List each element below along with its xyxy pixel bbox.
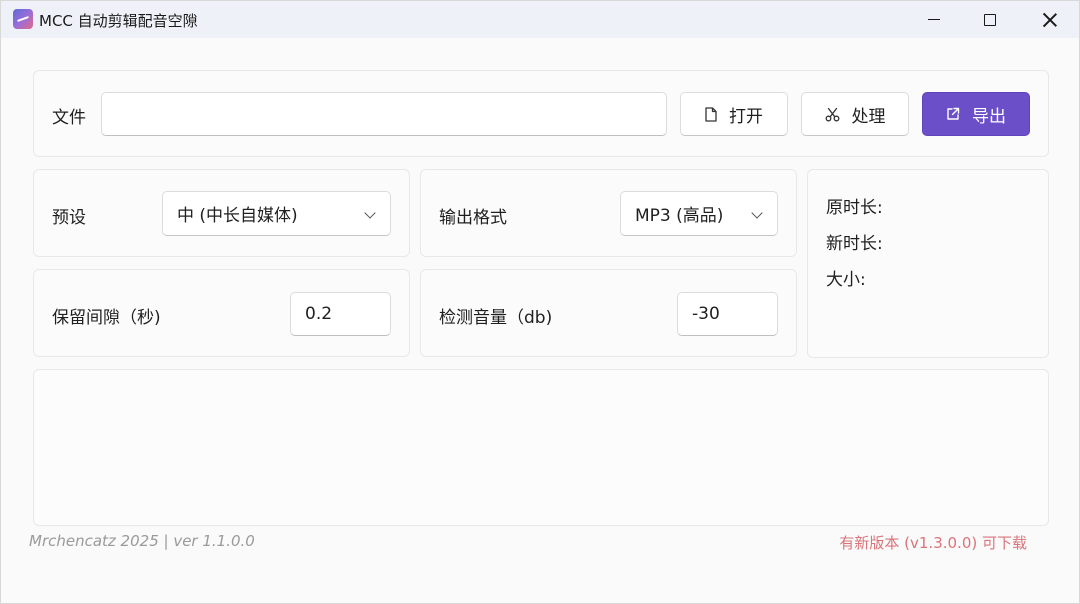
- volume-card: 检测音量（db) -30: [420, 269, 797, 357]
- output-format-select-value: MP3 (高品): [635, 206, 724, 226]
- file-label: 文件: [52, 108, 86, 128]
- output-format-card: 输出格式 MP3 (高品): [420, 169, 797, 257]
- preset-select[interactable]: 中 (中长自媒体): [162, 191, 391, 236]
- scissors-icon: [825, 107, 840, 122]
- file-icon: [705, 106, 717, 122]
- size-label: 大小:: [826, 270, 866, 290]
- version-credit: Mrchencatz 2025 | ver 1.1.0.0: [29, 532, 255, 550]
- gap-card: 保留间隙（秒) 0.2: [33, 269, 410, 357]
- volume-label: 检测音量（db): [439, 308, 553, 328]
- new-duration-label: 新时长:: [826, 234, 883, 254]
- window-title: MCC 自动剪辑配音空隙: [39, 12, 198, 30]
- chevron-down-icon: [364, 207, 376, 219]
- output-format-select[interactable]: MP3 (高品): [620, 191, 778, 236]
- gap-label: 保留间隙（秒): [52, 308, 161, 328]
- app-window: MCC 自动剪辑配音空隙 文件 打开 处理 导出 预设 中 (中长自媒体) 输出…: [0, 0, 1080, 604]
- maximize-icon: [984, 13, 996, 26]
- close-icon: [1043, 13, 1057, 27]
- process-button[interactable]: 处理: [801, 92, 909, 136]
- close-button[interactable]: [1021, 1, 1079, 38]
- external-link-icon: [946, 107, 960, 121]
- preset-select-value: 中 (中长自媒体): [177, 206, 298, 226]
- minimize-icon: [928, 19, 940, 20]
- file-card: 文件 打开 处理 导出: [33, 70, 1049, 157]
- chevron-down-icon: [751, 207, 763, 219]
- app-logo-icon: [13, 9, 33, 29]
- export-button-label: 导出: [972, 106, 1006, 127]
- title-bar: MCC 自动剪辑配音空隙: [1, 1, 1079, 38]
- info-card: 原时长: 新时长: 大小:: [807, 169, 1049, 358]
- process-button-label: 处理: [851, 106, 886, 127]
- output-format-label: 输出格式: [439, 208, 507, 228]
- volume-input[interactable]: -30: [677, 292, 778, 336]
- open-button-label: 打开: [729, 106, 763, 127]
- log-area[interactable]: [33, 369, 1049, 526]
- open-button[interactable]: 打开: [680, 92, 788, 136]
- file-path-input[interactable]: [101, 92, 667, 136]
- export-button[interactable]: 导出: [922, 92, 1030, 136]
- original-duration-label: 原时长:: [826, 198, 883, 218]
- update-link[interactable]: 有新版本 (v1.3.0.0) 可下载: [839, 532, 1027, 553]
- minimize-button[interactable]: [905, 1, 963, 38]
- preset-label: 预设: [52, 208, 86, 228]
- maximize-button[interactable]: [961, 1, 1019, 38]
- gap-input[interactable]: 0.2: [290, 292, 391, 336]
- preset-card: 预设 中 (中长自媒体): [33, 169, 410, 257]
